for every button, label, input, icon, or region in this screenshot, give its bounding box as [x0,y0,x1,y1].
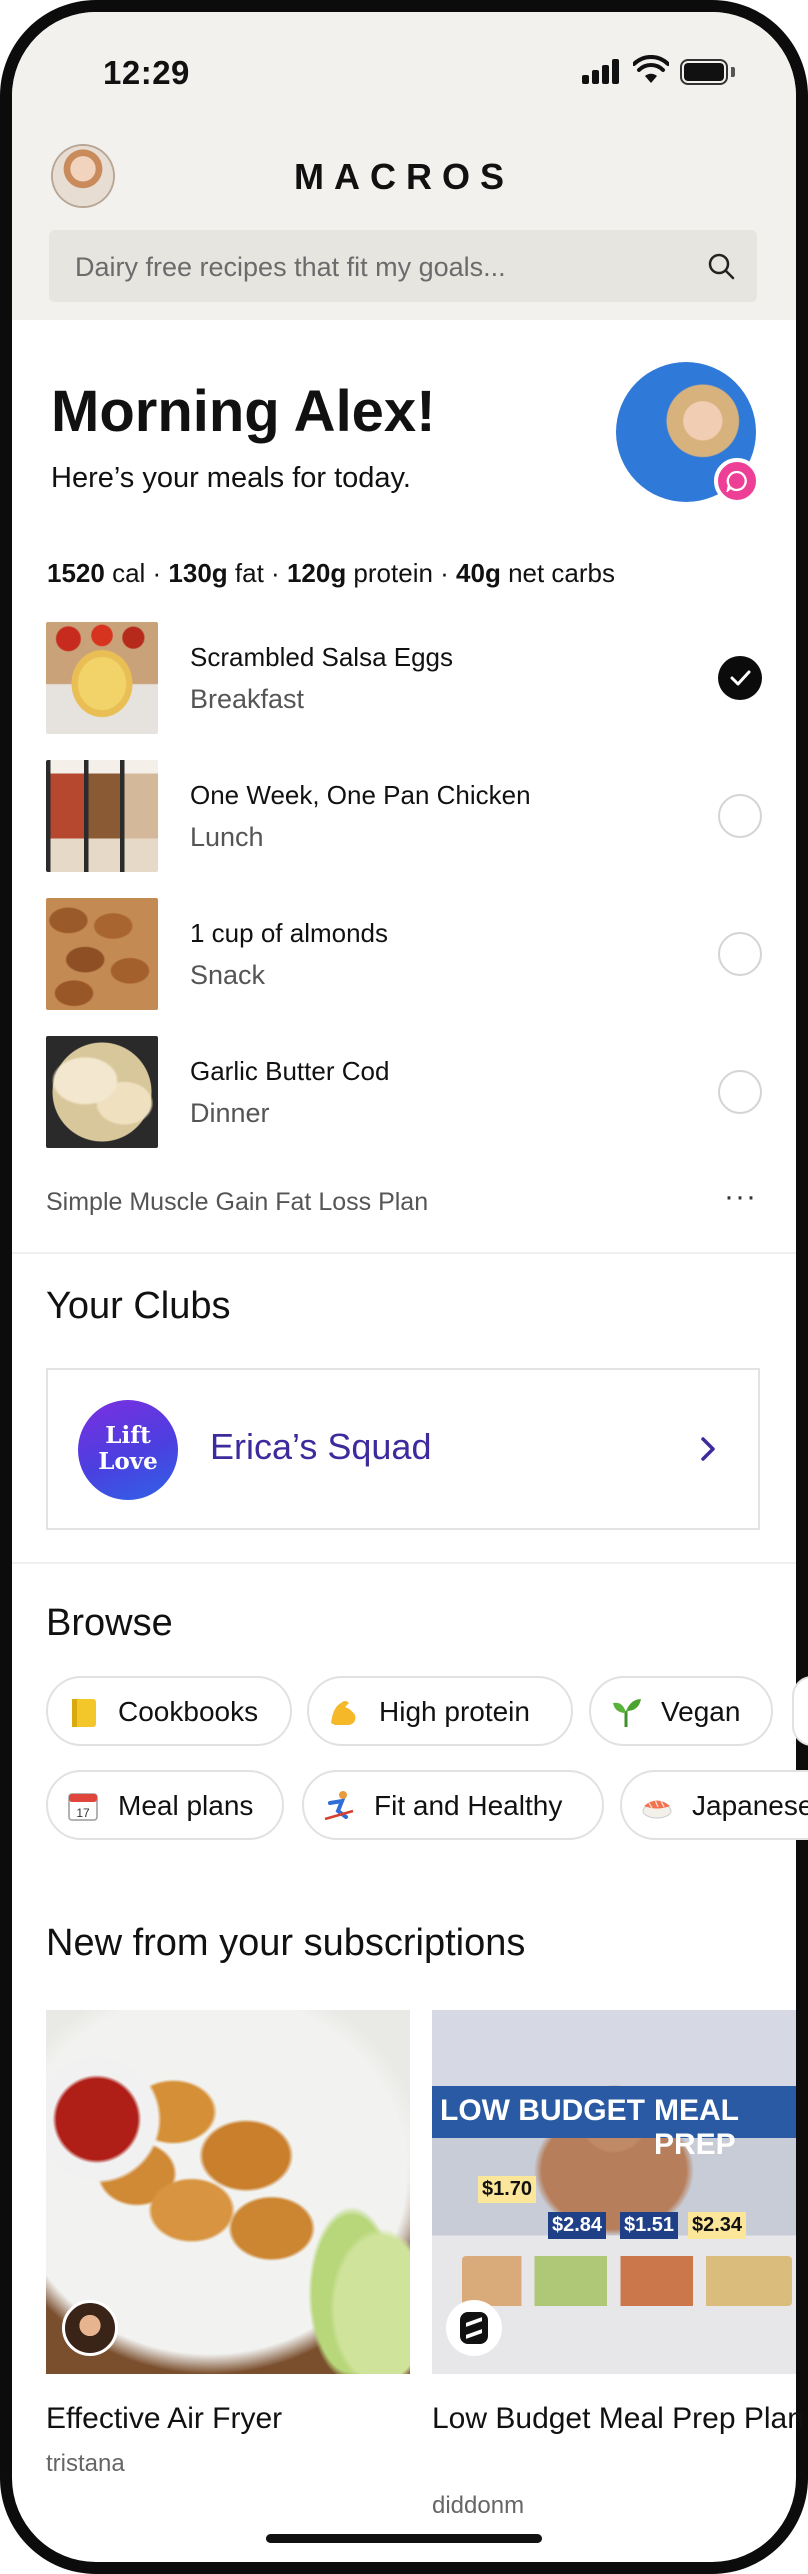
flexed-arm-icon [331,1701,356,1725]
meal-complete-toggle[interactable] [718,656,762,700]
chip-label: Japanese [692,1790,808,1821]
chip-overflow[interactable] [792,1676,808,1746]
author-avatar [62,2300,118,2356]
meal-row-snack[interactable]: 1 cup of almonds Snack [46,898,766,1010]
battery-icon [680,59,738,85]
chip-vegan[interactable]: Vegan [589,1676,773,1746]
chip-meal-plans[interactable]: 17 Meal plans [46,1770,284,1840]
sushi-icon [642,1799,672,1819]
carbs-unit: net carbs [500,558,616,588]
status-bar: 12:29 [0,0,808,120]
meal-complete-toggle[interactable] [718,932,762,976]
meal-thumbnail [46,898,158,1010]
meal-prep-containers [462,2256,792,2306]
protein-value: 120g [286,558,347,588]
price-tag: $1.70 [478,2176,537,2203]
recipe-author: tristana [46,2450,125,2477]
club-logo-line2: Love [98,1448,158,1475]
chip-fit-and-healthy[interactable]: Fit and Healthy [302,1770,604,1840]
meal-type: Lunch [190,822,264,852]
chevron-right-icon [701,1437,715,1461]
carbs-value: 40g [456,558,501,588]
plan-name[interactable]: Simple Muscle Gain Fat Loss Plan [46,1188,428,1217]
clubs-section-title: Your Clubs [46,1285,231,1327]
browse-section-title: Browse [46,1602,173,1644]
divider [12,1562,796,1564]
meal-row-breakfast[interactable]: Scrambled Salsa Eggs Breakfast [46,622,766,734]
recipe-image [46,2010,410,2374]
more-options-icon[interactable]: ··· [724,1182,758,1212]
chip-label: High protein [379,1696,530,1727]
greeting-title: Morning Alex! [51,379,436,444]
macro-summary: 1520 cal · 130g fat · 120g protein · 40g… [47,558,615,589]
home-indicator[interactable] [266,2534,542,2543]
meal-type: Dinner [190,1098,270,1128]
divider [12,1252,796,1254]
price-tag: $1.51 [620,2212,679,2239]
recipe-author: diddonm [432,2492,525,2519]
meal-type: Breakfast [190,684,305,714]
seedling-icon [613,1699,641,1727]
meal-row-dinner[interactable]: Garlic Butter Cod Dinner [46,1036,766,1148]
wifi-icon [633,55,669,83]
chip-high-protein[interactable]: High protein [307,1676,573,1746]
meal-name: Garlic Butter Cod [190,1056,390,1086]
protein-unit: protein · [346,558,457,588]
price-tag: $2.84 [548,2212,607,2239]
status-time: 12:29 [103,54,190,91]
calories-value: 1520 [47,558,105,588]
video-banner-left: LOW BUDGET [440,2094,645,2127]
chip-cookbooks[interactable]: Cookbooks [46,1676,292,1746]
meal-thumbnail [46,622,158,734]
greeting-subtitle: Here’s your meals for today. [51,462,411,494]
channel-logo [446,2300,502,2356]
meal-row-lunch[interactable]: One Week, One Pan Chicken Lunch [46,760,766,872]
recipe-image: LOW BUDGET MEAL PREP $1.70 $2.84 $1.51 $… [432,2010,796,2374]
meal-type: Snack [190,960,266,990]
meal-complete-toggle[interactable] [718,1070,762,1114]
search-input[interactable] [73,230,687,304]
chat-bubble-icon [726,470,747,492]
fat-unit: fat · [227,558,287,588]
meal-thumbnail [46,1036,158,1148]
app-title: MACROS [294,156,514,197]
video-banner-right: MEAL PREP [654,2094,739,2161]
meal-complete-toggle[interactable] [718,794,762,838]
fat-value: 130g [168,558,228,588]
checkmark-icon [730,670,751,686]
subscriptions-section-title: New from your subscriptions [46,1922,526,1964]
club-logo-line1: Lift [105,1422,151,1449]
svg-text:17: 17 [76,1806,90,1820]
chip-label: Vegan [661,1696,741,1727]
cellular-signal-icon [582,58,622,84]
chip-label: Meal plans [118,1790,254,1821]
meal-name: Scrambled Salsa Eggs [190,642,454,672]
chip-japanese[interactable]: Japanese [620,1770,808,1840]
phone-frame: 12:29 MACROS Morning Alex! Here’s your m… [0,0,808,2574]
notebook-icon [72,1699,96,1727]
calories-unit: cal · [104,558,169,588]
chip-label: Cookbooks [118,1696,259,1727]
chip-label: Fit and Healthy [374,1790,563,1821]
meal-thumbnail [46,760,158,872]
chat-badge[interactable] [714,458,760,504]
recipe-title: Effective Air Fryer [46,2402,283,2435]
calendar-icon: 17 [68,1793,98,1821]
club-logo: Lift Love [78,1400,178,1500]
meal-name: One Week, One Pan Chicken [190,780,531,810]
search-bar[interactable] [49,230,757,304]
meal-name: 1 cup of almonds [190,918,389,948]
club-name: Erica’s Squad [210,1426,432,1467]
search-icon[interactable] [707,252,735,280]
skier-icon [324,1791,354,1821]
recipe-title: Low Budget Meal Prep Plan [432,2402,804,2435]
price-tag: $2.34 [688,2212,747,2239]
club-card[interactable]: Lift Love Erica’s Squad [46,1368,760,1530]
